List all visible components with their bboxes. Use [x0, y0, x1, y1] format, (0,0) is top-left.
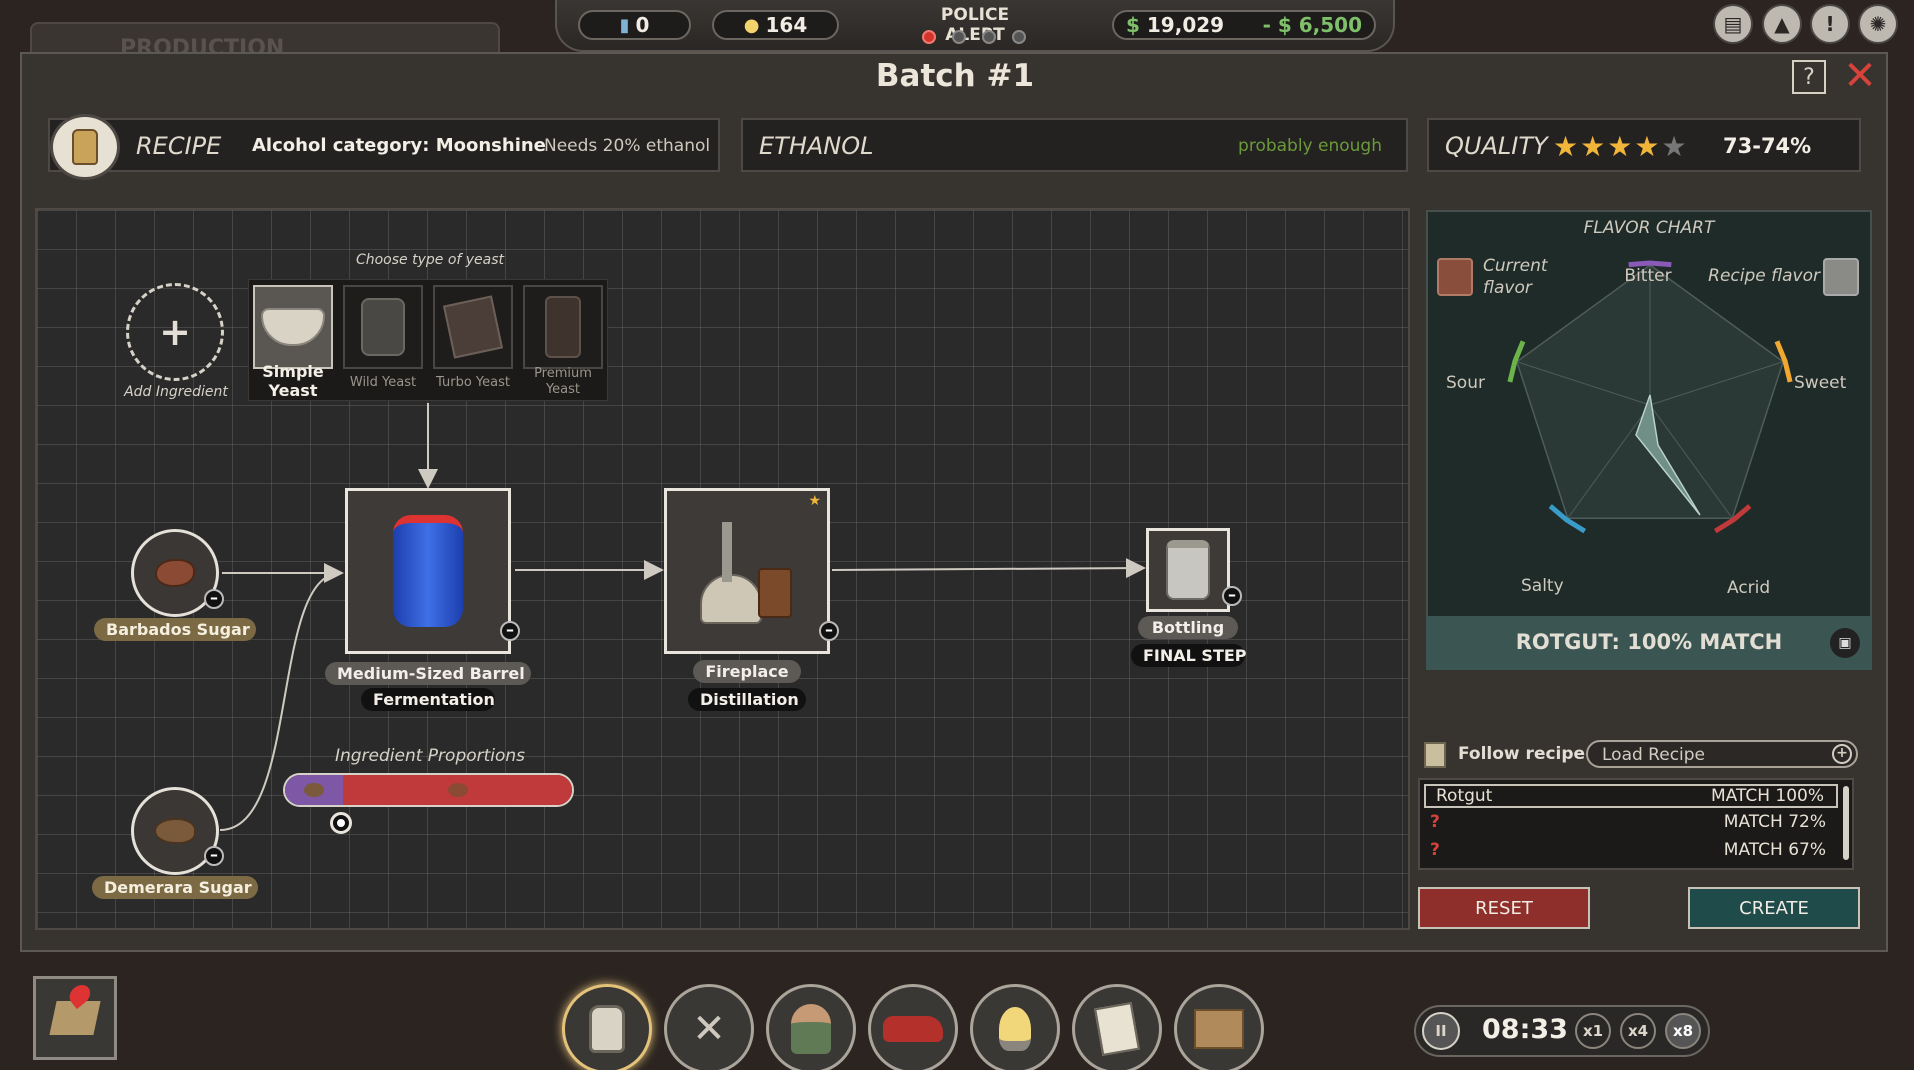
- yeast-label-simple: Simple Yeast: [262, 362, 324, 400]
- follow-recipe-label: Follow recipe:: [1458, 744, 1592, 764]
- list-item[interactable]: Rotgut MATCH 100%: [1424, 784, 1838, 808]
- pause-icon: II: [1435, 1022, 1447, 1040]
- yeast-label-turbo: Turbo Yeast: [436, 375, 510, 390]
- flavor-axis-bitter: Bitter: [1624, 266, 1672, 286]
- yeast-packet-icon: [442, 295, 504, 359]
- reset-button[interactable]: RESET: [1418, 887, 1590, 929]
- remove-barrel-button[interactable]: –: [500, 621, 520, 641]
- flavor-axis-salty: Salty: [1521, 576, 1564, 596]
- yeast-option-simple[interactable]: [253, 285, 333, 369]
- upgrade-star-icon: ★: [808, 493, 821, 509]
- stage-label-fermentation: Fermentation: [361, 688, 495, 711]
- speed-x4-button[interactable]: x4: [1620, 1013, 1656, 1049]
- recipe-match: MATCH 72%: [1723, 812, 1826, 832]
- tools-icon: ✕: [692, 1006, 726, 1052]
- fermentation-node[interactable]: [345, 488, 511, 654]
- proportions-label: Ingredient Proportions: [334, 746, 526, 766]
- car-icon: [883, 1016, 943, 1042]
- yeast-prompt: Choose type of yeast: [355, 252, 505, 268]
- remove-demerara-button[interactable]: –: [204, 846, 224, 866]
- recipe-match: MATCH 67%: [1723, 840, 1826, 860]
- speed-x8-button[interactable]: x8: [1665, 1013, 1701, 1049]
- sugar-icon: [304, 783, 325, 797]
- list-item[interactable]: ? MATCH 67%: [1420, 836, 1838, 864]
- yeast-label-wild: Wild Yeast: [349, 375, 417, 390]
- plus-circle-icon: +: [1832, 744, 1852, 764]
- list-scrollbar[interactable]: [1843, 786, 1849, 860]
- recipe-match-text: ROTGUT: 100% MATCH: [1515, 630, 1783, 654]
- radar-axis-cap: [1628, 260, 1672, 268]
- speed-x1-button[interactable]: x1: [1575, 1013, 1611, 1049]
- proportion-demerara: [285, 775, 344, 805]
- dock-research-button[interactable]: [970, 984, 1060, 1070]
- fireplace-still-icon: [692, 516, 802, 626]
- dock-vehicles-button[interactable]: [868, 984, 958, 1070]
- map-button[interactable]: [33, 976, 117, 1060]
- recipe-match-list: Rotgut MATCH 100% ? MATCH 72% ? MATCH 67…: [1418, 778, 1854, 870]
- clock-time: 08:33: [1482, 1014, 1568, 1045]
- pause-button[interactable]: II: [1422, 1012, 1460, 1050]
- remove-bottling-button[interactable]: –: [1222, 586, 1242, 606]
- recipe-book-icon: [1424, 742, 1446, 768]
- dock-notes-button[interactable]: [1072, 984, 1162, 1070]
- moonshine-jug-icon: [589, 1005, 625, 1053]
- yeast-jar-icon: [361, 298, 405, 356]
- notes-icon: [1094, 1002, 1140, 1056]
- yeast-option-premium[interactable]: [523, 285, 603, 369]
- dock-storage-button[interactable]: [1174, 984, 1264, 1070]
- remove-fireplace-button[interactable]: –: [819, 621, 839, 641]
- unknown-recipe-icon: ?: [1430, 840, 1440, 860]
- sugar-icon: [447, 783, 468, 797]
- recipe-match-bar: ROTGUT: 100% MATCH ▣: [1426, 616, 1872, 670]
- ingredient-label-demerara: Demerara Sugar: [92, 876, 258, 899]
- step-label-fireplace: Fireplace: [693, 660, 801, 683]
- plus-icon: +: [159, 310, 191, 354]
- add-ingredient-label: Add Ingredient: [124, 384, 228, 400]
- sugar-icon: [155, 559, 195, 587]
- dock-production-button[interactable]: [562, 984, 652, 1070]
- recipe-match: MATCH 100%: [1710, 786, 1824, 806]
- load-recipe-select[interactable]: Load Recipe +: [1586, 740, 1858, 768]
- stage-label-distillation: Distillation: [688, 688, 806, 711]
- blue-barrel-icon: [393, 515, 463, 627]
- flavor-axis-sweet: Sweet: [1794, 373, 1847, 393]
- bottling-node[interactable]: [1146, 528, 1230, 612]
- yeast-bowl-icon: [261, 308, 325, 346]
- yeast-option-turbo[interactable]: [433, 285, 513, 369]
- map-pin-icon: [49, 980, 101, 1035]
- yeast-premium-jar-icon: [545, 296, 581, 358]
- remove-barbados-button[interactable]: –: [204, 589, 224, 609]
- box-icon: [1194, 1009, 1244, 1049]
- dock-workers-button[interactable]: [766, 984, 856, 1070]
- flavor-axis-acrid: Acrid: [1727, 578, 1771, 598]
- proportion-barbados: [343, 775, 572, 805]
- moonshine-jar-icon: [1166, 540, 1210, 600]
- step-label-barrel: Medium-Sized Barrel: [325, 662, 531, 685]
- lightbulb-icon: [999, 1007, 1031, 1051]
- add-ingredient-button[interactable]: +: [126, 283, 224, 381]
- list-item[interactable]: ? MATCH 72%: [1420, 808, 1838, 836]
- yeast-label-premium: Premium Yeast: [534, 366, 592, 397]
- sugar-icon: [154, 818, 196, 844]
- flavor-axis-sour: Sour: [1446, 373, 1485, 393]
- lock-icon[interactable]: ▣: [1830, 628, 1860, 658]
- dock-tools-button[interactable]: ✕: [664, 984, 754, 1070]
- unknown-recipe-icon: ?: [1430, 812, 1440, 832]
- proportions-bar[interactable]: [283, 773, 574, 807]
- step-label-bottling: Bottling: [1138, 616, 1238, 639]
- stage-label-final: FINAL STEP: [1131, 644, 1247, 667]
- recipe-name: Rotgut: [1436, 786, 1493, 806]
- worker-icon: [791, 1004, 831, 1054]
- load-recipe-label: Load Recipe: [1602, 745, 1706, 765]
- ingredient-label-barbados: Barbados Sugar: [94, 618, 256, 641]
- create-button[interactable]: CREATE: [1688, 887, 1860, 929]
- distillation-node[interactable]: ★: [664, 488, 830, 654]
- yeast-option-wild[interactable]: [343, 285, 423, 369]
